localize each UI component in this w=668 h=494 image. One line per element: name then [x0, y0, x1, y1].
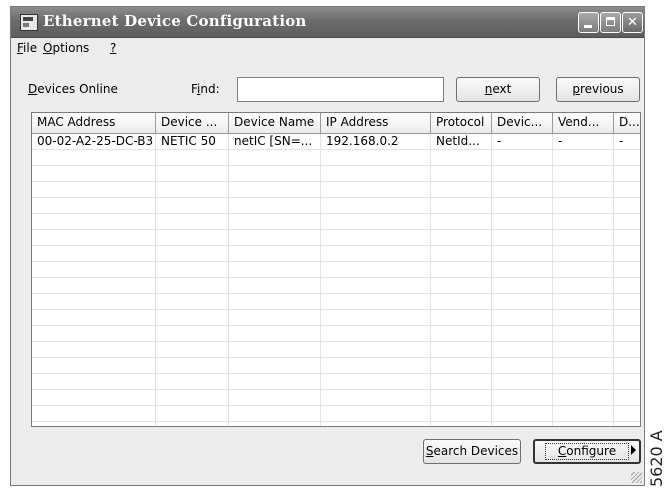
configure-label-wrap: Configure: [544, 443, 630, 460]
previous-accel: p: [572, 82, 580, 96]
column-divider: [155, 134, 156, 426]
column-device-id[interactable]: Devic...: [492, 113, 553, 134]
maximize-button[interactable]: [600, 12, 621, 33]
find-label: Find:: [191, 82, 220, 96]
column-ip-address[interactable]: IP Address: [321, 113, 431, 134]
configure-button[interactable]: Configure: [533, 439, 641, 464]
devices-online-text: evices Online: [37, 82, 118, 96]
cell-mac-address: 00-02-A2-25-DC-B3: [37, 134, 154, 148]
menu-help[interactable]: ?: [110, 41, 116, 55]
menu-bar: File Options ?: [11, 38, 644, 58]
table-header: MAC Address Device ... Device Name IP Ad…: [32, 113, 640, 134]
devices-online-accel: D: [28, 82, 38, 96]
menu-help-accel: ?: [110, 41, 117, 55]
cell-device-name: netIC [SN=...: [234, 134, 313, 148]
menu-options-label: ptions: [52, 41, 90, 55]
app-icon: [20, 14, 38, 31]
window-title: Ethernet Device Configuration: [43, 12, 307, 30]
previous-button[interactable]: previous: [556, 77, 640, 102]
previous-label: revious: [579, 82, 624, 96]
column-divider: [320, 134, 321, 426]
column-protocol[interactable]: Protocol: [431, 113, 492, 134]
cell-device-type: NETIC 50: [161, 134, 216, 148]
search-devices-button[interactable]: Search Devices: [423, 439, 521, 464]
next-button[interactable]: next: [456, 77, 540, 102]
menu-options[interactable]: Options: [43, 41, 89, 55]
column-vendor[interactable]: Vend...: [553, 113, 614, 134]
column-divider: [228, 134, 229, 426]
figure-code: 5620 A: [647, 430, 666, 487]
title-bar[interactable]: Ethernet Device Configuration ✕: [11, 7, 644, 38]
devices-table[interactable]: MAC Address Device ... Device Name IP Ad…: [31, 112, 641, 427]
table-row[interactable]: 00-02-A2-25-DC-B3 NETIC 50 netIC [SN=...…: [32, 134, 640, 150]
app-window: Ethernet Device Configuration ✕ File Opt…: [10, 6, 645, 486]
column-divider: [552, 134, 553, 426]
close-button[interactable]: ✕: [622, 12, 643, 33]
minimize-icon: [584, 25, 592, 28]
next-label: ext: [492, 82, 512, 96]
cell-device-id: -: [497, 134, 502, 148]
column-divider: [430, 134, 431, 426]
configure-label: onfigure: [566, 444, 617, 458]
column-mac-address[interactable]: MAC Address: [32, 113, 156, 134]
cell-ip-address: 192.168.0.2: [326, 134, 399, 148]
find-label-text: nd:: [200, 82, 220, 96]
column-device-name[interactable]: Device Name: [229, 113, 321, 134]
close-icon: ✕: [627, 15, 638, 30]
cell-d: -: [619, 134, 624, 148]
column-d[interactable]: D...: [614, 113, 640, 134]
resize-grip-icon[interactable]: [631, 472, 642, 483]
search-label: earch Devices: [433, 444, 519, 458]
column-divider: [491, 134, 492, 426]
table-body: 00-02-A2-25-DC-B3 NETIC 50 netIC [SN=...…: [32, 134, 640, 426]
arrow-right-icon: [631, 445, 636, 455]
column-device-type[interactable]: Device ...: [156, 113, 229, 134]
menu-file-label: ile: [23, 41, 38, 55]
menu-file[interactable]: File: [17, 41, 37, 55]
devices-online-label: Devices Online: [28, 82, 118, 96]
column-divider: [613, 134, 614, 426]
cell-vendor: -: [558, 134, 563, 148]
maximize-icon: [606, 17, 615, 26]
find-input[interactable]: [237, 77, 444, 102]
minimize-button[interactable]: [578, 12, 599, 33]
cell-protocol: NetId...: [436, 134, 480, 148]
